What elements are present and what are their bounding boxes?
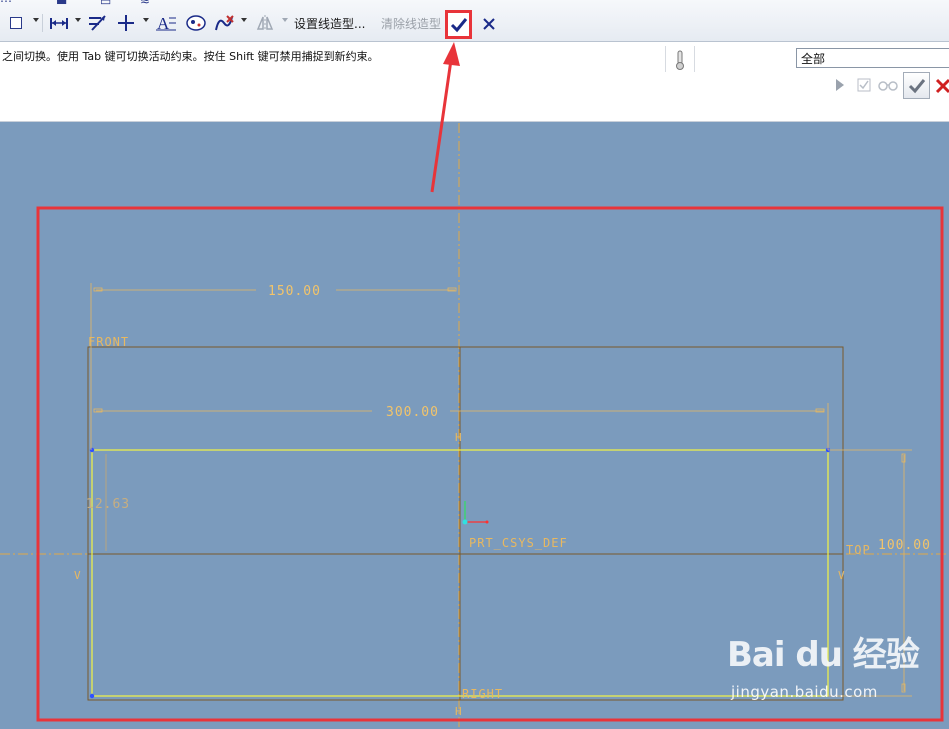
watermark-url: jingyan.baidu.com: [731, 683, 878, 701]
dimension-arrow: [815, 408, 825, 413]
accept-button[interactable]: [903, 72, 930, 99]
dimension-arrow: [901, 453, 906, 463]
strip-icon: ▬: [56, 0, 68, 8]
play-icon: [836, 79, 844, 91]
selection-filter-select[interactable]: 全部: [796, 48, 949, 68]
rectangle-tool-icon[interactable]: [6, 12, 26, 34]
status-message: 之间切换。使用 Tab 键可切换活动约束。按住 Shift 键可禁用捕捉到新约束…: [2, 50, 379, 63]
message-separator: [665, 46, 666, 72]
modify-tool-icon[interactable]: [86, 12, 110, 34]
checkbox-icon: [857, 78, 871, 92]
toolbar-overflow-strip: ⋯ ▬ ▭ ≈: [0, 0, 190, 8]
dimension-left[interactable]: 12.63: [86, 497, 130, 512]
strip-icon: ≈: [140, 0, 151, 8]
checkmark-icon: [908, 78, 925, 93]
sketch-toolbar: ⋯ ▬ ▭ ≈ A 设置线造型... 清除线造型: [0, 0, 949, 42]
watermark-brand: Bai du 经验: [727, 635, 920, 675]
trim-dropdown-icon[interactable]: [241, 18, 247, 22]
cancel-button[interactable]: [478, 12, 500, 36]
set-linestyle-button[interactable]: 设置线造型...: [294, 15, 365, 32]
datum-label-front: FRONT: [88, 335, 129, 349]
dimension-tool-icon[interactable]: [47, 12, 71, 34]
trim-tool-icon[interactable]: [212, 12, 236, 34]
dimension-dropdown-icon[interactable]: [75, 18, 81, 22]
csys-x-end: [485, 520, 489, 524]
palette-tool-icon[interactable]: [184, 12, 208, 34]
constraint-v-left: V: [74, 569, 81, 582]
constraint-v-right: V: [838, 569, 845, 582]
dimension-100[interactable]: 100.00: [878, 538, 931, 553]
datum-label-top: TOP: [846, 543, 871, 557]
message-separator: [694, 46, 695, 72]
mirror-tool-icon: [254, 12, 276, 34]
dimension-arrow: [93, 408, 103, 413]
constraint-h-bottom: H: [455, 705, 462, 718]
csys-label: PRT_CSYS_DEF: [469, 536, 568, 550]
centerline-dropdown-icon[interactable]: [143, 18, 149, 22]
preview-glasses-icon: [878, 81, 898, 91]
vertex-point[interactable]: [89, 447, 95, 453]
vertex-point[interactable]: [89, 693, 95, 699]
baidu-watermark: Bai du 经验 jingyan.baidu.com: [727, 625, 927, 705]
csys-origin[interactable]: [462, 519, 468, 525]
centerline-tool-icon[interactable]: [115, 12, 137, 34]
message-area: 之间切换。使用 Tab 键可切换活动约束。按住 Shift 键可禁用捕捉到新约束…: [0, 42, 949, 122]
toolbar-separator: [42, 14, 43, 32]
svg-text:A: A: [157, 14, 170, 32]
dimension-arrow: [447, 287, 457, 292]
dimension-arrow: [93, 287, 103, 292]
annotation-arrow: [430, 42, 460, 193]
mirror-dropdown-icon: [282, 18, 288, 22]
ok-button[interactable]: [445, 10, 472, 39]
reject-close-icon[interactable]: [935, 76, 949, 94]
clear-linestyle-button: 清除线造型: [381, 17, 442, 31]
dimension-150[interactable]: 150.00: [268, 284, 321, 299]
close-icon: [483, 18, 495, 30]
dimension-300[interactable]: 300.00: [386, 405, 439, 420]
strip-icon: ▭: [100, 0, 112, 8]
constraint-h-top: H: [455, 431, 462, 444]
strip-icon: ⋯: [0, 0, 12, 8]
checkmark-icon: [450, 17, 467, 32]
rectangle-dropdown-icon[interactable]: [33, 18, 39, 22]
thermometer-icon[interactable]: [674, 50, 686, 70]
text-tool-icon[interactable]: A: [154, 12, 178, 34]
datum-label-right: RIGHT: [462, 687, 503, 701]
